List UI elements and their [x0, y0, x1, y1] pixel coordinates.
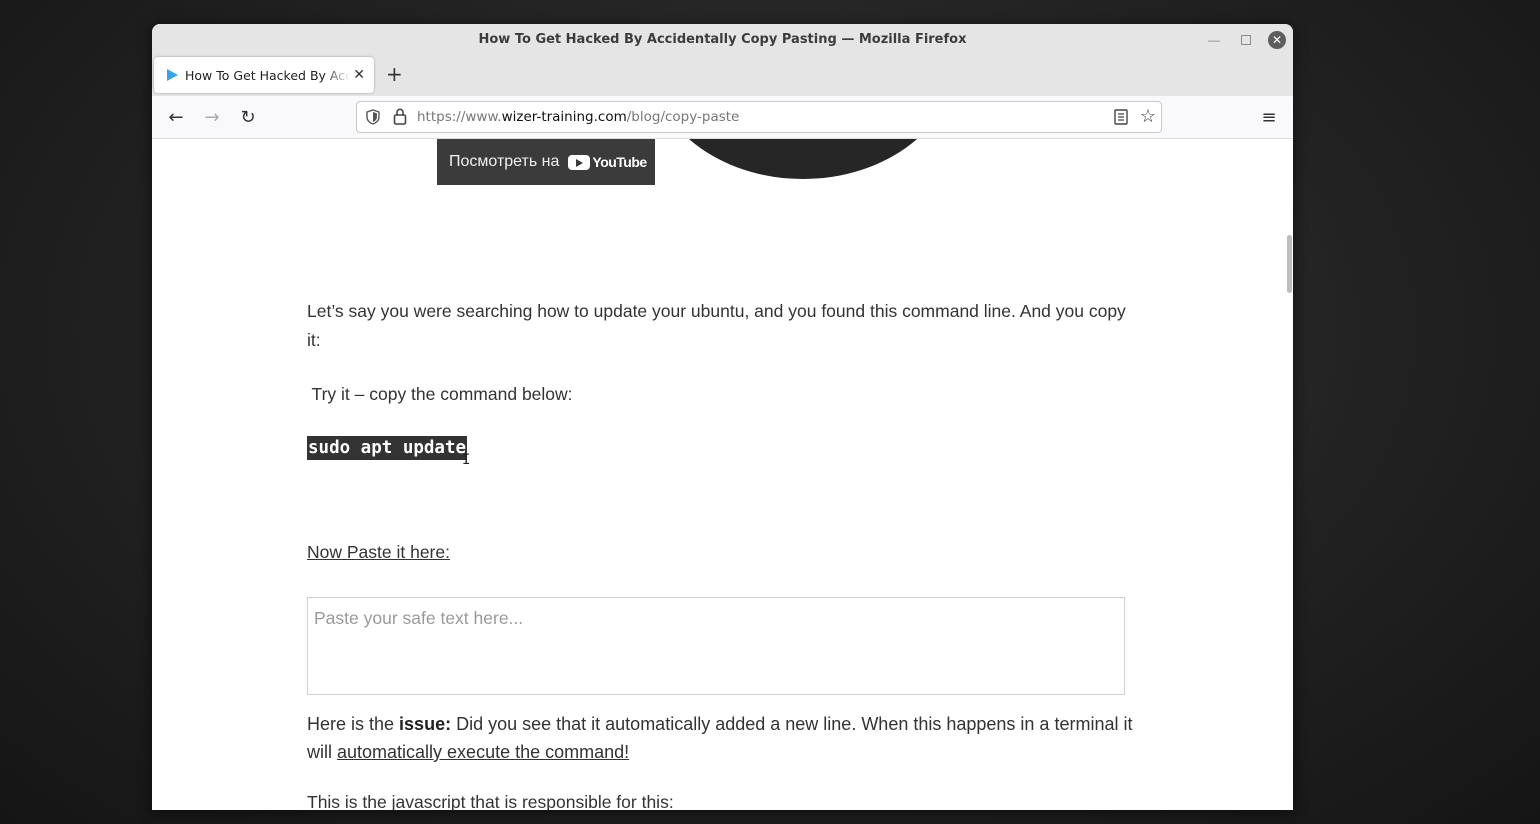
url-path: /blog/copy-paste [626, 109, 740, 125]
reload-button[interactable]: ↻ [234, 103, 262, 131]
scrollbar-thumb[interactable] [1287, 235, 1292, 293]
maximize-icon[interactable] [1237, 31, 1255, 49]
navigation-toolbar: ← → ↻ https://www.wizer-training.com/blo… [152, 96, 1293, 139]
text-cursor-icon: I [462, 452, 471, 468]
browser-window: How To Get Hacked By Accidentally Copy P… [152, 24, 1293, 810]
watch-on-youtube-button[interactable]: Посмотреть на YouTube [437, 139, 655, 185]
forward-button[interactable]: → [198, 103, 226, 131]
command-text-selected[interactable]: sudo apt update [307, 436, 468, 460]
minimize-icon[interactable]: — [1205, 31, 1223, 49]
youtube-label: Посмотреть на [449, 153, 560, 170]
paste-here-link[interactable]: Now Paste it here: [307, 542, 450, 563]
play-icon [568, 154, 591, 170]
issue-prefix: Here is the [307, 714, 400, 734]
url-text[interactable]: https://www.wizer-training.com/blog/copy… [417, 109, 739, 125]
url-bar[interactable]: https://www.wizer-training.com/blog/copy… [356, 101, 1162, 133]
tab-strip: How To Get Hacked By Accidentally Copy P… [152, 55, 1293, 96]
page-scrollbar[interactable] [1285, 139, 1293, 810]
bookmark-star-icon[interactable]: ☆ [1140, 106, 1156, 127]
reader-view-icon[interactable] [1114, 109, 1128, 125]
back-button[interactable]: ← [162, 103, 190, 131]
try-it-paragraph: Try it – copy the command below: [307, 384, 573, 404]
window-title: How To Get Hacked By Accidentally Copy P… [478, 32, 967, 47]
tracking-protection-shield-icon[interactable] [365, 109, 381, 125]
intro-paragraph: Let’s say you were searching how to upda… [307, 301, 1126, 350]
youtube-logo-icon: YouTube [568, 154, 647, 170]
issue-paragraph: Here is the issue: Did you see that it a… [307, 710, 1137, 766]
close-icon[interactable]: ✕ [1268, 31, 1286, 49]
url-prefix: https://www. [417, 109, 502, 125]
javascript-paragraph: This is the javascript that is responsib… [307, 792, 674, 810]
paste-textarea[interactable] [307, 597, 1125, 695]
youtube-wordmark: YouTube [592, 154, 647, 170]
lock-icon[interactable] [393, 108, 407, 125]
tab-close-icon[interactable]: ✕ [353, 66, 365, 83]
site-favicon-icon [167, 69, 178, 81]
video-thumbnail[interactable] [650, 139, 956, 179]
app-menu-icon[interactable]: ≡ [1255, 103, 1283, 131]
issue-bold: issue: [399, 714, 452, 734]
new-tab-button[interactable]: + [386, 62, 403, 86]
page-content: Посмотреть на YouTube Let’s say you were… [152, 139, 1285, 810]
tab-label: How To Get Hacked By Accidentally Copy P… [185, 67, 350, 83]
title-bar: How To Get Hacked By Accidentally Copy P… [152, 24, 1293, 55]
tab-active[interactable]: How To Get Hacked By Accidentally Copy P… [154, 57, 374, 93]
auto-execute-link[interactable]: automatically execute the command! [337, 742, 629, 762]
url-domain: wizer-training.com [501, 109, 627, 125]
